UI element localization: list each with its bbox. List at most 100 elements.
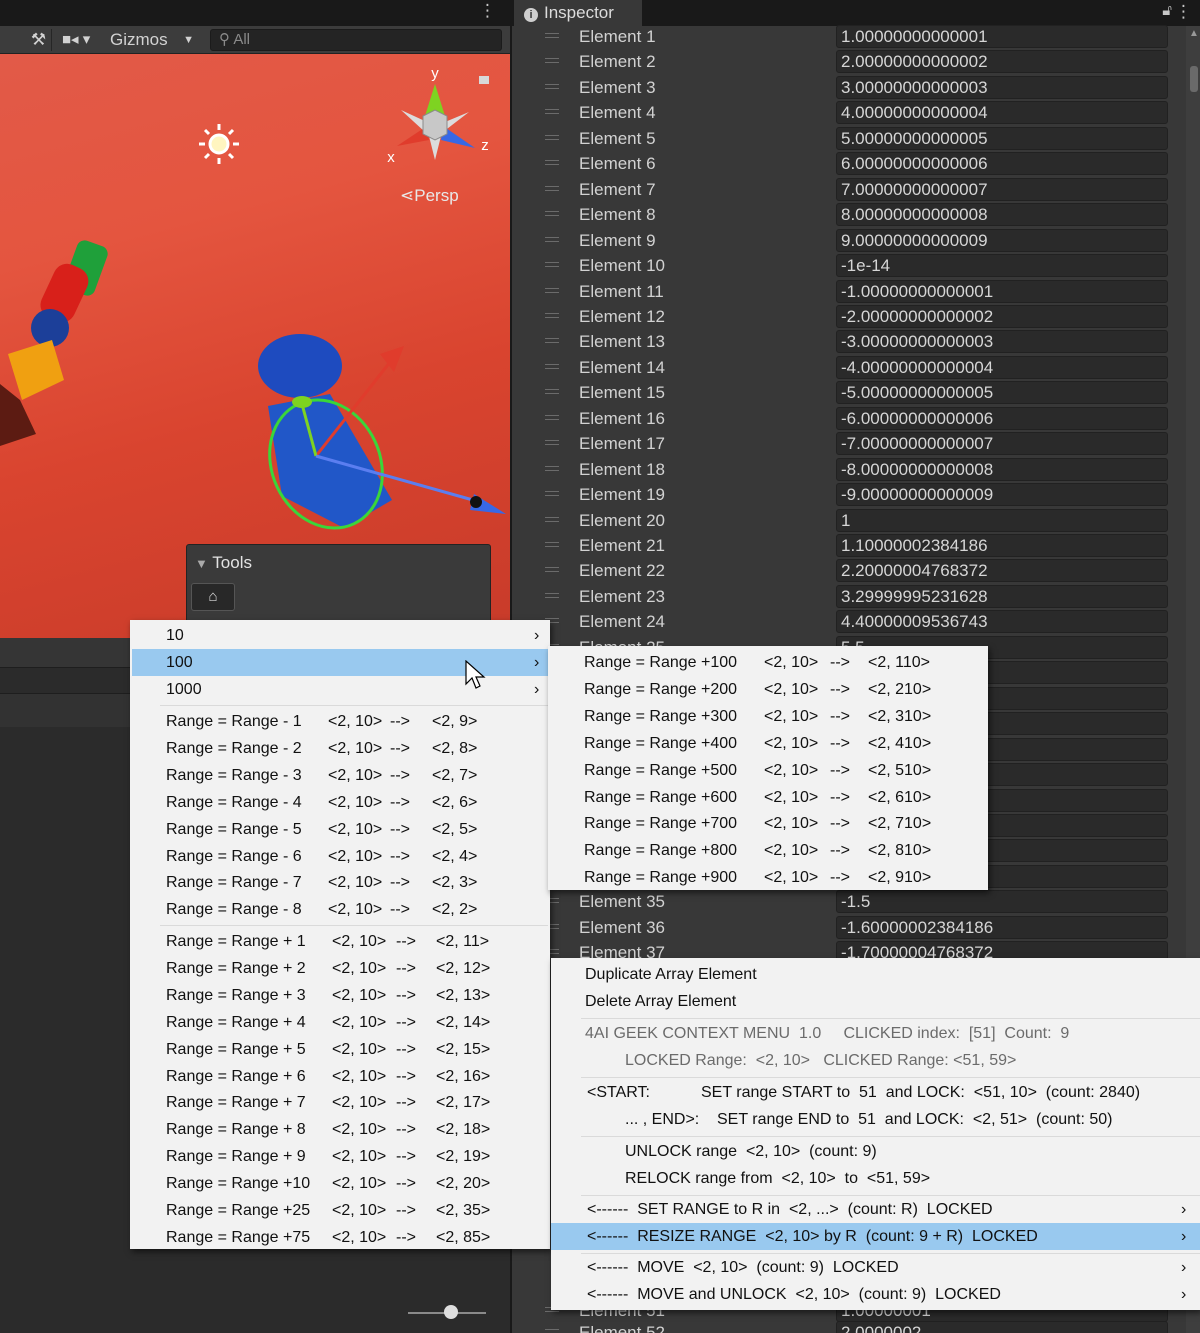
element-value-field[interactable]: -5.00000000000005 bbox=[836, 381, 1168, 405]
range-increment-item[interactable]: Range = Range +600 <2, 10> --> <2, 610> bbox=[548, 784, 988, 811]
persp-label[interactable]: ⋖Persp bbox=[400, 186, 459, 206]
range-decrement-item[interactable]: Range = Range - 7 <2, 10> --> <2, 3> bbox=[130, 869, 550, 896]
drag-handle-icon[interactable] bbox=[545, 542, 559, 543]
range-increment-item[interactable]: Range = Range + 3 <2, 10> --> <2, 13> bbox=[130, 982, 550, 1009]
element-value-field[interactable]: -8.00000000000008 bbox=[836, 457, 1168, 481]
resize-range-item[interactable]: <------ RESIZE RANGE <2, 10> by R (count… bbox=[551, 1223, 1200, 1250]
range-increment-item[interactable]: Range = Range + 1 <2, 10> --> <2, 11> bbox=[130, 928, 550, 955]
range-decrement-item[interactable]: Range = Range - 6 <2, 10> --> <2, 4> bbox=[130, 843, 550, 870]
element-value-field[interactable]: 8.00000000000008 bbox=[836, 203, 1168, 227]
tab-inspector[interactable]: i Inspector bbox=[514, 0, 642, 26]
drag-handle-icon[interactable] bbox=[545, 236, 559, 238]
range-increment-item[interactable]: Range = Range +400 <2, 10> --> <2, 410> bbox=[548, 730, 988, 757]
element-value-field[interactable]: -4.00000000000004 bbox=[836, 355, 1168, 379]
drag-handle-icon[interactable] bbox=[545, 312, 559, 314]
drag-handle-icon[interactable] bbox=[545, 465, 559, 467]
range-increment-item[interactable]: Range = Range +300 <2, 10> --> <2, 310> bbox=[548, 703, 988, 730]
drag-handle-icon[interactable] bbox=[545, 414, 559, 416]
range-decrement-item[interactable]: Range = Range - 2 <2, 10> --> <2, 8> bbox=[130, 735, 550, 762]
drag-handle-icon[interactable] bbox=[545, 440, 559, 442]
element-value-field[interactable]: 7.00000000000007 bbox=[836, 177, 1168, 201]
set-range-end-item[interactable]: ... , END>: SET range END to 51 and LOCK… bbox=[551, 1106, 1200, 1133]
drag-handle-icon[interactable] bbox=[545, 338, 559, 340]
gizmos-button[interactable]: Gizmos ▼ bbox=[110, 29, 200, 51]
lock-icon[interactable]: 🔓︎ bbox=[1162, 2, 1172, 19]
scroll-up-arrow-icon[interactable]: ▲ bbox=[1189, 28, 1199, 39]
drag-handle-icon[interactable] bbox=[545, 592, 559, 594]
drag-handle-icon[interactable] bbox=[545, 211, 559, 213]
chevron-down-icon[interactable]: ▼ bbox=[183, 29, 194, 51]
step-submenu-item[interactable]: 10 › bbox=[132, 622, 548, 649]
element-value-field[interactable]: -7.00000000000007 bbox=[836, 432, 1168, 456]
element-value-field[interactable]: 1.10000002384186 bbox=[836, 534, 1168, 557]
element-value-field[interactable]: -3.00000000000003 bbox=[836, 330, 1168, 354]
relock-range-item[interactable]: RELOCK range from <2, 10> to <51, 59> bbox=[625, 1165, 1200, 1192]
drag-handle-icon[interactable] bbox=[545, 83, 559, 85]
range-increment-item[interactable]: Range = Range + 6 <2, 10> --> <2, 16> bbox=[130, 1063, 550, 1090]
drag-handle-icon[interactable] bbox=[545, 109, 559, 111]
drag-handle-icon[interactable] bbox=[545, 363, 559, 365]
element-value-field[interactable]: 2.0000002 bbox=[836, 1321, 1168, 1333]
duplicate-array-element-item[interactable]: Duplicate Array Element bbox=[585, 961, 1200, 988]
drag-handle-icon[interactable] bbox=[545, 33, 559, 34]
element-value-field[interactable]: 6.00000000000006 bbox=[836, 152, 1168, 176]
tools-overlay-title[interactable]: ▼ Tools bbox=[195, 553, 252, 573]
element-value-field[interactable]: 5.00000000000005 bbox=[836, 126, 1168, 150]
range-increment-item[interactable]: Range = Range + 2 <2, 10> --> <2, 12> bbox=[130, 955, 550, 982]
range-increment-item[interactable]: Range = Range + 4 <2, 10> --> <2, 14> bbox=[130, 1009, 550, 1036]
more-options-icon[interactable]: ⋮ bbox=[479, 2, 496, 20]
drag-handle-icon[interactable] bbox=[545, 185, 559, 187]
zoom-slider-handle[interactable] bbox=[444, 1305, 458, 1319]
range-increment-item[interactable]: Range = Range + 9 <2, 10> --> <2, 19> bbox=[130, 1143, 550, 1170]
scene-search-input[interactable]: ⚲ All bbox=[210, 29, 502, 51]
element-value-field[interactable]: 2.20000004768372 bbox=[836, 559, 1168, 583]
range-increment-item[interactable]: Range = Range +10 <2, 10> --> <2, 20> bbox=[130, 1170, 550, 1197]
camera-icon[interactable]: ■◂ ▾ bbox=[62, 29, 108, 51]
range-increment-item[interactable]: Range = Range +500 <2, 10> --> <2, 510> bbox=[548, 757, 988, 784]
scrollbar-thumb[interactable] bbox=[1190, 66, 1198, 92]
element-value-field[interactable]: -1.5 bbox=[836, 890, 1168, 914]
tools-icon[interactable]: ⚒ bbox=[26, 29, 52, 51]
range-increment-item[interactable]: Range = Range +100 <2, 10> --> <2, 110> bbox=[548, 649, 988, 676]
element-value-field[interactable]: -6.00000000000006 bbox=[836, 406, 1168, 430]
drag-handle-icon[interactable] bbox=[545, 516, 559, 518]
element-value-field[interactable]: -1.00000000000001 bbox=[836, 279, 1168, 303]
element-value-field[interactable]: -1e-14 bbox=[836, 254, 1168, 278]
range-decrement-item[interactable]: Range = Range - 8 <2, 10> --> <2, 2> bbox=[130, 896, 550, 923]
range-decrement-item[interactable]: Range = Range - 3 <2, 10> --> <2, 7> bbox=[130, 762, 550, 789]
range-increment-item[interactable]: Range = Range +800 <2, 10> --> <2, 810> bbox=[548, 837, 988, 864]
element-value-field[interactable]: -2.00000000000002 bbox=[836, 304, 1168, 328]
set-range-item[interactable]: <------ SET RANGE to R in <2, ...> (coun… bbox=[551, 1196, 1200, 1223]
element-value-field[interactable]: 3.00000000000003 bbox=[836, 75, 1168, 99]
range-increment-item[interactable]: Range = Range +75 <2, 10> --> <2, 85> bbox=[130, 1224, 550, 1251]
range-increment-item[interactable]: Range = Range + 8 <2, 10> --> <2, 18> bbox=[130, 1116, 550, 1143]
custom-tool-button[interactable]: ⌂ bbox=[191, 583, 235, 611]
range-decrement-item[interactable]: Range = Range - 5 <2, 10> --> <2, 5> bbox=[130, 816, 550, 843]
range-increment-item[interactable]: Range = Range + 5 <2, 10> --> <2, 15> bbox=[130, 1036, 550, 1063]
drag-handle-icon[interactable] bbox=[545, 262, 559, 264]
range-increment-item[interactable]: Range = Range +200 <2, 10> --> <2, 210> bbox=[548, 676, 988, 703]
element-value-field[interactable]: 9.00000000000009 bbox=[836, 228, 1168, 252]
delete-array-element-item[interactable]: Delete Array Element bbox=[585, 988, 1200, 1015]
range-decrement-item[interactable]: Range = Range - 1 <2, 10> --> <2, 9> bbox=[130, 708, 550, 735]
range-increment-item[interactable]: Range = Range +25 <2, 10> --> <2, 35> bbox=[130, 1197, 550, 1224]
scene-viewport[interactable]: y x z ⋖Persp ▼ Tools ⌂ bbox=[0, 54, 510, 638]
drag-handle-icon[interactable] bbox=[545, 160, 559, 162]
element-value-field[interactable]: 1 bbox=[836, 508, 1168, 532]
range-decrement-item[interactable]: Range = Range - 4 <2, 10> --> <2, 6> bbox=[130, 789, 550, 816]
drag-handle-icon[interactable] bbox=[545, 287, 559, 289]
element-value-field[interactable]: 4.40000009536743 bbox=[836, 610, 1168, 634]
range-increment-item[interactable]: Range = Range +900 <2, 10> --> <2, 910> bbox=[548, 864, 988, 891]
element-value-field[interactable]: -1.60000002384186 bbox=[836, 915, 1168, 939]
range-increment-item[interactable]: Range = Range +700 <2, 10> --> <2, 710> bbox=[548, 810, 988, 837]
element-value-field[interactable]: -9.00000000000009 bbox=[836, 483, 1168, 507]
element-value-field[interactable]: 1.00000000000001 bbox=[836, 25, 1168, 48]
range-increment-item[interactable]: Range = Range + 7 <2, 10> --> <2, 17> bbox=[130, 1089, 550, 1116]
set-range-start-item[interactable]: <START: SET range START to 51 and LOCK: … bbox=[551, 1079, 1200, 1106]
drag-handle-icon[interactable] bbox=[545, 567, 559, 569]
move-range-item[interactable]: <------ MOVE <2, 10> (count: 9) LOCKED › bbox=[551, 1254, 1200, 1281]
drag-handle-icon[interactable] bbox=[545, 58, 559, 60]
unlock-range-item[interactable]: UNLOCK range <2, 10> (count: 9) bbox=[625, 1138, 1200, 1165]
drag-handle-icon[interactable] bbox=[545, 491, 559, 493]
move-unlock-item[interactable]: <------ MOVE and UNLOCK <2, 10> (count: … bbox=[551, 1281, 1200, 1308]
